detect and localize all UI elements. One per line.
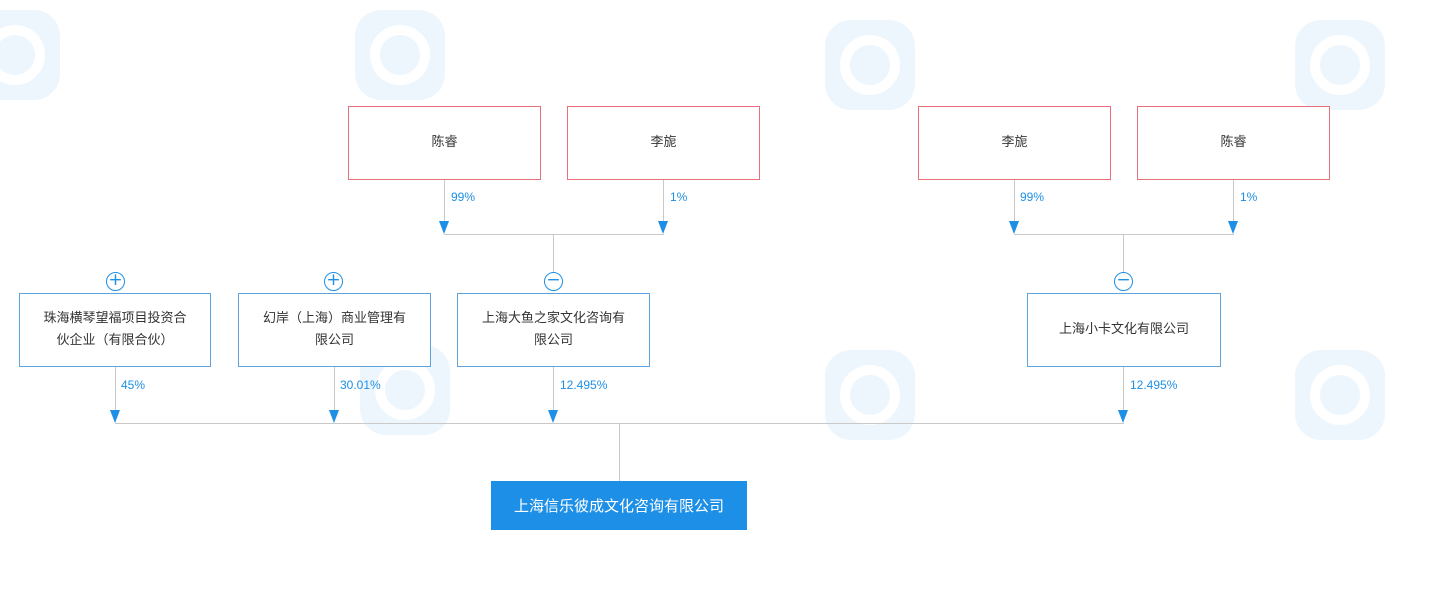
expand-toggle-button[interactable]: +	[324, 272, 343, 291]
connector-line	[663, 180, 664, 222]
connector-line	[444, 180, 445, 222]
connector-line	[1123, 234, 1124, 272]
person-name: 李旎	[650, 135, 677, 150]
company-name-line: 限公司	[314, 333, 354, 348]
share-percent: 12.495%	[1130, 378, 1178, 392]
person-node[interactable]: 李旎	[567, 106, 760, 180]
shareholder-company-node[interactable]: 幻岸（上海）商业管理有 限公司	[238, 293, 431, 367]
company-name-line: 上海大鱼之家文化咨询有	[481, 311, 625, 326]
connector-line	[553, 367, 554, 411]
person-node[interactable]: 陈睿	[1137, 106, 1330, 180]
connector-line	[115, 367, 116, 411]
company-name-line: 伙企业（有限合伙）	[56, 333, 174, 348]
minus-icon: −	[1116, 270, 1131, 290]
connector-line	[1233, 180, 1234, 222]
watermark-logo-icon	[815, 340, 945, 450]
target-company-name: 上海信乐彼成文化咨询有限公司	[513, 496, 724, 515]
shareholder-company-node[interactable]: 上海小卡文化有限公司	[1027, 293, 1221, 367]
target-company-node[interactable]: 上海信乐彼成文化咨询有限公司	[491, 481, 747, 530]
connector-line	[444, 234, 664, 235]
share-percent: 99%	[451, 190, 476, 204]
shareholder-company-node[interactable]: 上海大鱼之家文化咨询有 限公司	[457, 293, 650, 367]
minus-icon: −	[546, 270, 561, 290]
share-percent: 99%	[1020, 190, 1045, 204]
share-percent: 12.495%	[560, 378, 608, 392]
share-percent: 1%	[670, 190, 688, 204]
share-percent: 45%	[121, 378, 146, 392]
arrow-down-icon	[548, 410, 558, 423]
arrow-down-icon	[329, 410, 339, 423]
plus-icon: +	[326, 270, 341, 290]
arrow-down-icon	[1009, 221, 1019, 234]
person-name: 陈睿	[1220, 135, 1247, 150]
company-name-line: 上海小卡文化有限公司	[1058, 322, 1189, 337]
collapse-toggle-button[interactable]: −	[544, 272, 563, 291]
connector-line	[619, 423, 620, 481]
arrow-down-icon	[110, 410, 120, 423]
equity-structure-chart: 陈睿 李旎 李旎 陈睿 99% 1% 99% 1% + + − − 珠海横琴望福…	[0, 0, 1440, 598]
person-name: 陈睿	[431, 135, 458, 150]
plus-icon: +	[108, 270, 123, 290]
arrow-down-icon	[1228, 221, 1238, 234]
person-node[interactable]: 李旎	[918, 106, 1111, 180]
connector-line	[553, 234, 554, 272]
connector-line	[1014, 180, 1015, 222]
company-name-line: 限公司	[533, 333, 573, 348]
company-name-line: 珠海横琴望福项目投资合	[43, 311, 187, 326]
person-name: 李旎	[1001, 135, 1028, 150]
share-percent: 1%	[1240, 190, 1258, 204]
expand-toggle-button[interactable]: +	[106, 272, 125, 291]
watermark-logo-icon	[815, 10, 945, 120]
collapse-toggle-button[interactable]: −	[1114, 272, 1133, 291]
arrow-down-icon	[658, 221, 668, 234]
company-name-line: 幻岸（上海）商业管理有	[262, 311, 406, 326]
connector-line	[334, 367, 335, 411]
shareholder-company-node[interactable]: 珠海横琴望福项目投资合 伙企业（有限合伙）	[19, 293, 211, 367]
watermark-logo-icon	[0, 0, 90, 110]
watermark-logo-icon	[1285, 10, 1415, 120]
connector-line	[1123, 367, 1124, 411]
connector-line	[1014, 234, 1234, 235]
arrow-down-icon	[1118, 410, 1128, 423]
share-percent: 30.01%	[340, 378, 381, 392]
person-node[interactable]: 陈睿	[348, 106, 541, 180]
arrow-down-icon	[439, 221, 449, 234]
watermark-logo-icon	[345, 0, 475, 110]
watermark-logo-icon	[1285, 340, 1415, 450]
